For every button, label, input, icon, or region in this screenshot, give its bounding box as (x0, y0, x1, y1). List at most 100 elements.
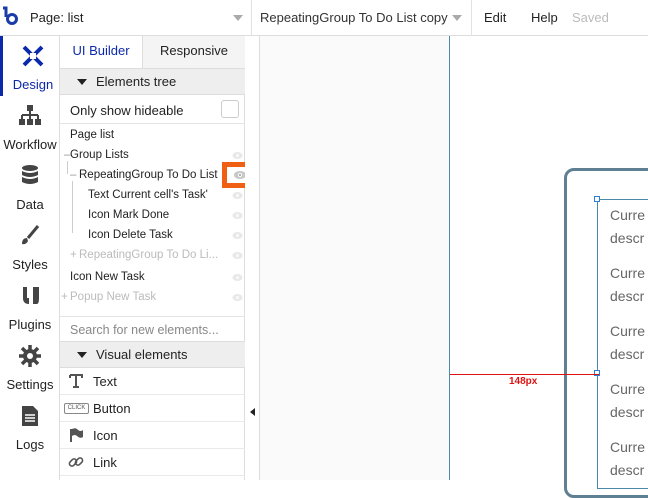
tree-item-label: RepeatingGroup To Do Li... (79, 249, 218, 261)
cell-title: Curre (610, 436, 645, 459)
eye-icon[interactable] (232, 211, 243, 220)
elements-tree-header[interactable]: Elements tree (60, 68, 245, 95)
resize-handle[interactable] (594, 370, 600, 376)
page-selector[interactable]: Page: list (22, 0, 252, 36)
editor-canvas[interactable]: Curre descr Curre descr Curre descr Curr… (260, 36, 648, 480)
nav-workflow[interactable]: Workflow (0, 96, 60, 156)
visual-element-label: Button (93, 401, 131, 416)
nav-styles[interactable]: Styles (0, 216, 60, 276)
cell-description: descr (610, 227, 645, 250)
only-show-hideable-label: Only show hideable (70, 103, 183, 118)
brush-icon (18, 224, 42, 248)
page-selector-label: Page: list (30, 10, 83, 25)
text-icon (68, 373, 84, 389)
tree-item-label: Popup New Task (70, 291, 156, 303)
left-nav: Design Workflow Data Styles Plugins (0, 36, 60, 480)
caret-down-icon (77, 79, 87, 85)
tree-item-icon-mark-done[interactable]: Icon Mark Done (60, 206, 245, 226)
cell-description: descr (610, 459, 645, 482)
plug-icon (18, 284, 42, 308)
nav-design-label: Design (3, 77, 63, 92)
database-icon (18, 164, 42, 188)
tree-item-label: Icon New Task (70, 271, 145, 283)
distance-guide-label: 148px (509, 376, 537, 387)
tree-item-label: RepeatingGroup To Do List (79, 169, 218, 181)
cell-description: descr (610, 343, 645, 366)
cell-text[interactable]: Curre descr (610, 320, 645, 366)
tree-toggle-icon[interactable]: + (61, 291, 68, 303)
cell-text[interactable]: Curre descr (610, 378, 645, 424)
cell-text[interactable]: Curre descr (610, 262, 645, 308)
cell-text[interactable]: Curre descr (610, 436, 645, 482)
tree-item-label: Text Current cell's Task' (88, 189, 208, 201)
bubble-logo[interactable] (0, 0, 22, 36)
tree-item-label: Page list (70, 129, 114, 141)
tree-toggle-icon[interactable]: + (70, 249, 77, 261)
visual-elements-header[interactable]: Visual elements (60, 341, 245, 368)
chevron-down-icon (233, 15, 243, 21)
visual-element-label: Icon (93, 428, 118, 443)
visual-element-label: Text (93, 374, 117, 389)
cell-title: Curre (610, 378, 645, 401)
search-elements-placeholder: Search for new elements... (70, 323, 219, 337)
visual-element-text[interactable]: Text (60, 368, 245, 395)
nav-styles-label: Styles (0, 257, 60, 272)
collapse-arrow-icon (250, 408, 255, 416)
tree-item-popup-new-task[interactable]: + Popup New Task (60, 288, 245, 308)
search-elements-input[interactable]: Search for new elements... (60, 316, 245, 341)
nav-settings[interactable]: Settings (0, 336, 60, 396)
caret-down-icon (77, 352, 87, 358)
cell-title: Curre (610, 320, 645, 343)
workflow-icon (18, 104, 42, 128)
tree-item-icon-delete-task[interactable]: Icon Delete Task (60, 226, 245, 246)
tree-item-label: Icon Delete Task (88, 229, 173, 241)
chevron-down-icon (452, 15, 462, 21)
tree-item-label: Group Lists (70, 149, 129, 161)
nav-data-label: Data (0, 197, 60, 212)
eye-icon[interactable] (232, 293, 243, 302)
nav-workflow-label: Workflow (0, 137, 60, 152)
tree-item-text-task[interactable]: Text Current cell's Task' (60, 186, 245, 206)
cell-title: Curre (610, 204, 645, 227)
gear-icon (18, 344, 42, 368)
only-show-hideable-checkbox[interactable] (221, 100, 239, 118)
nav-plugins[interactable]: Plugins (0, 276, 60, 336)
save-status: Saved (572, 10, 609, 25)
visual-element-label: Link (93, 455, 117, 470)
menu-edit[interactable]: Edit (484, 10, 506, 25)
element-selector[interactable]: RepeatingGroup To Do List copy (252, 0, 472, 36)
tree-item-repeatinggroup-copy[interactable]: + RepeatingGroup To Do Li... (60, 246, 245, 266)
visual-element-button[interactable]: CLICK Button (60, 395, 245, 422)
tab-responsive[interactable]: Responsive (142, 36, 245, 68)
eye-icon[interactable] (232, 151, 243, 160)
cell-text[interactable]: Curre descr (610, 204, 645, 250)
elements-tree-title: Elements tree (96, 74, 176, 89)
cell-description: descr (610, 401, 645, 424)
resize-handle[interactable] (594, 196, 600, 202)
nav-logs[interactable]: Logs (0, 396, 60, 456)
menu-help[interactable]: Help (531, 10, 558, 25)
tree-item-page-list[interactable]: Page list (60, 126, 245, 146)
tree-item-icon-new-task[interactable]: Icon New Task (60, 268, 245, 288)
eye-icon[interactable] (232, 251, 243, 260)
panel-collapse-handle[interactable] (245, 36, 260, 480)
eye-icon[interactable] (232, 273, 243, 282)
visual-element-link[interactable]: Link (60, 449, 245, 476)
page-boundary (449, 36, 450, 480)
design-icon (21, 44, 45, 68)
button-icon: CLICK (64, 403, 89, 414)
link-icon (68, 454, 84, 470)
visual-element-icon[interactable]: Icon (60, 422, 245, 449)
eye-icon[interactable] (232, 191, 243, 200)
nav-design[interactable]: Design (0, 36, 60, 96)
tree-toggle-icon[interactable]: – (70, 169, 76, 181)
document-icon (18, 404, 42, 428)
element-selector-label: RepeatingGroup To Do List copy (260, 10, 448, 25)
tree-item-repeatinggroup[interactable]: – RepeatingGroup To Do List (60, 166, 245, 186)
nav-data[interactable]: Data (0, 156, 60, 216)
only-show-hideable: Only show hideable (60, 96, 245, 124)
tab-ui-builder[interactable]: UI Builder (60, 36, 142, 68)
eye-icon[interactable] (232, 231, 243, 240)
tree-item-group-lists[interactable]: – Group Lists (60, 146, 245, 166)
visual-elements-title: Visual elements (96, 347, 188, 362)
